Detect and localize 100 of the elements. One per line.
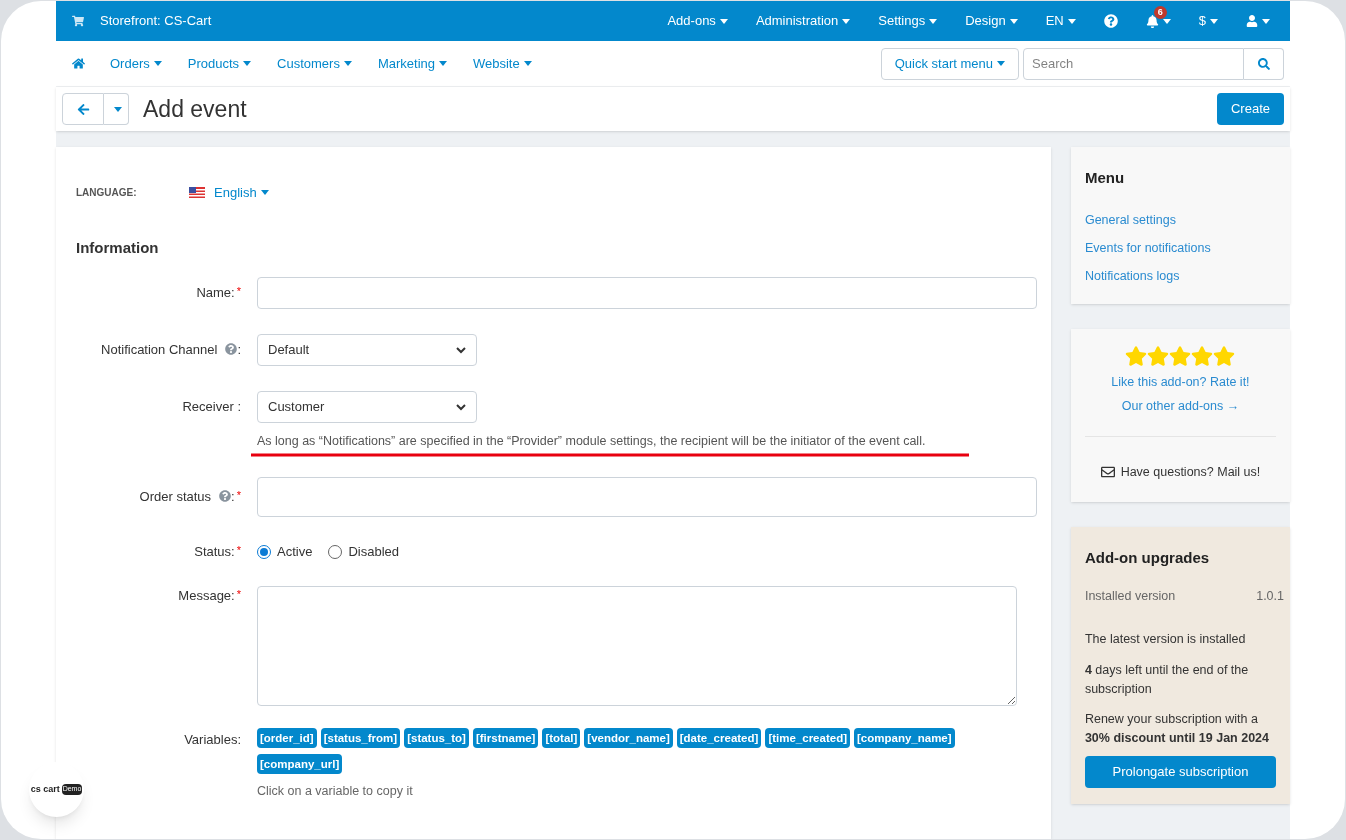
- envelope-icon: [1100, 465, 1115, 480]
- caret-icon: [1162, 18, 1171, 24]
- field-label: Name:: [196, 284, 235, 303]
- back-button[interactable]: [62, 93, 104, 125]
- caret-icon: [153, 61, 162, 66]
- star-icon: [1191, 344, 1214, 367]
- discount-text: Renew your subscription with a 30% discount until 19 Jan 2024: [1084, 711, 1271, 747]
- variable-tag[interactable]: [status_from]: [320, 728, 401, 749]
- radio-button[interactable]: [328, 544, 343, 559]
- create-button[interactable]: Create: [1216, 93, 1284, 125]
- chevron-icon: [456, 403, 466, 411]
- section-heading: Information: [76, 237, 160, 258]
- top-menu[interactable]: EN: [1033, 11, 1088, 31]
- variable-tag[interactable]: [total]: [542, 728, 581, 749]
- caret-icon: [114, 106, 122, 112]
- caret-icon: [1210, 18, 1218, 24]
- required-mark: *: [236, 587, 241, 603]
- field-label: Order status: [139, 488, 212, 506]
- menu-link[interactable]: General settings: [1084, 205, 1276, 234]
- message-field[interactable]: [257, 586, 1017, 707]
- top-menu[interactable]: Administration: [743, 11, 863, 31]
- search-field[interactable]: Search: [1023, 47, 1244, 80]
- storefront-link[interactable]: Storefront: CS-Cart: [100, 11, 212, 31]
- other-addons-link[interactable]: Our other add-ons →: [1121, 397, 1240, 416]
- field-label: Status:: [194, 542, 235, 561]
- days-text: 4 days left until the end of the subscription: [1084, 661, 1250, 698]
- logo-text: cs cart: [30, 782, 60, 796]
- star-icon: [1125, 344, 1148, 367]
- menu-link[interactable]: Notifications logs: [1084, 261, 1276, 290]
- language-label: LANGUAGE:: [76, 186, 138, 201]
- variable-tag[interactable]: [company_name]: [854, 728, 955, 749]
- help-icon[interactable]: [225, 343, 238, 356]
- field-label: Message:: [178, 587, 235, 606]
- required-mark: *: [236, 488, 241, 503]
- select-field[interactable]: Default: [257, 334, 477, 366]
- top-menu[interactable]: $: [1186, 11, 1230, 31]
- top-menu[interactable]: Add-ons: [655, 11, 740, 31]
- select-field[interactable]: Customer: [257, 391, 477, 423]
- variable-tag[interactable]: [status_to]: [404, 728, 469, 749]
- menu-heading: Menu: [1084, 168, 1126, 188]
- hint-text: Click on a variable to copy it: [257, 783, 414, 801]
- star-icon: [1169, 344, 1192, 367]
- upgrades-heading: Add-on upgrades: [1084, 547, 1211, 568]
- home-icon[interactable]: [72, 57, 85, 70]
- search-icon: [1257, 57, 1270, 70]
- required-mark: *: [236, 542, 241, 558]
- language-dropdown[interactable]: English: [214, 183, 269, 203]
- caret-icon: [343, 61, 352, 66]
- field-label: Receiver :: [182, 398, 241, 417]
- radio-button[interactable]: [257, 544, 271, 559]
- search-button[interactable]: [1244, 47, 1284, 80]
- nav-menu[interactable]: Customers: [264, 53, 365, 74]
- star-rating[interactable]: [1125, 344, 1236, 367]
- variable-tag[interactable]: [date_created]: [676, 728, 762, 749]
- star-icon: [1213, 344, 1236, 367]
- nav-menu[interactable]: Products: [174, 53, 265, 74]
- colon: :: [231, 488, 235, 506]
- variable-tag[interactable]: [time_created]: [765, 728, 850, 749]
- variable-tag[interactable]: [company_url]: [257, 754, 343, 775]
- caret-icon: [929, 18, 938, 24]
- caret-icon: [1009, 18, 1018, 24]
- chevron-icon: [456, 346, 466, 354]
- bell-icon: [1145, 14, 1159, 28]
- quick-start-button[interactable]: Quick start menu: [880, 47, 1019, 80]
- star-icon: [1147, 344, 1170, 367]
- installed-label: Installed version: [1084, 588, 1176, 606]
- mail-link[interactable]: Have questions? Mail us!: [1120, 463, 1261, 482]
- radio-option[interactable]: Active: [257, 541, 313, 562]
- top-menu[interactable]: Settings: [866, 11, 950, 31]
- notifications-button[interactable]: 6: [1133, 1, 1183, 41]
- nav-menu[interactable]: Orders: [97, 53, 175, 74]
- caret-icon: [243, 61, 252, 66]
- caret-icon: [439, 61, 447, 66]
- required-mark: *: [236, 284, 241, 300]
- top-menu[interactable]: Design: [953, 11, 1030, 31]
- caret-icon: [260, 190, 269, 196]
- caret-icon: [523, 61, 532, 66]
- variable-tag[interactable]: [firstname]: [472, 728, 539, 749]
- arrow-left-icon: [76, 102, 90, 116]
- caret-icon: [1067, 18, 1076, 24]
- dropdown-button[interactable]: [104, 93, 129, 125]
- nav-menu[interactable]: Marketing: [364, 53, 460, 74]
- rate-link[interactable]: Like this add-on? Rate it!: [1111, 372, 1250, 392]
- page-title: Add event: [143, 94, 247, 124]
- notification-badge: 6: [1153, 6, 1167, 19]
- helper-text: As long as “Notifications” are specified in the “Provider” module settings, the recipient will be the initiator of the event call.: [257, 433, 927, 450]
- help-icon[interactable]: [219, 490, 232, 502]
- name-field[interactable]: [257, 277, 1037, 309]
- prolongate-button[interactable]: Prolongate subscription: [1084, 755, 1276, 788]
- variable-tag[interactable]: [vendor_name]: [584, 728, 673, 749]
- caret-icon: [1262, 18, 1270, 24]
- caret-icon: [997, 61, 1005, 66]
- variable-tag[interactable]: [order_id]: [257, 728, 317, 749]
- menu-link[interactable]: Events for notifications: [1084, 233, 1276, 262]
- nav-menu[interactable]: Website: [460, 53, 545, 74]
- help-icon[interactable]: [1103, 14, 1118, 28]
- cart-icon: [72, 15, 84, 27]
- field-label: Notification Channel: [101, 341, 218, 360]
- radio-option[interactable]: Disabled: [328, 541, 399, 562]
- order-status-field[interactable]: [257, 476, 1037, 517]
